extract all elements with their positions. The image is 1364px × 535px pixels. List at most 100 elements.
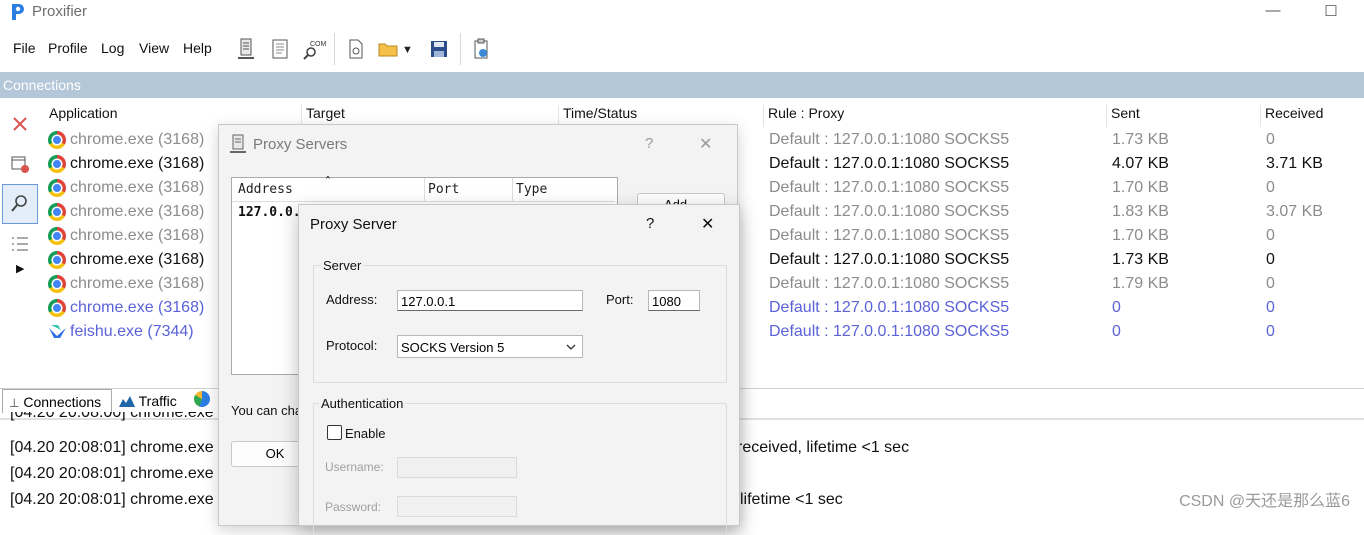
list-icon[interactable] [4,228,36,260]
watermark: CSDN @天还是那么蓝6 [1179,493,1350,510]
cell-application: chrome.exe (3168) [70,251,205,268]
cell-application: chrome.exe (3168) [70,131,205,148]
chrome-icon [48,227,66,245]
svg-text:COM: COM [310,41,326,48]
toolbar-separator [334,33,335,65]
cell-rule-proxy: Default : 127.0.0.1:1080 SOCKS5 [769,203,1010,220]
open-profile-toolbar-icon[interactable] [376,36,400,62]
server-group-label: Server [321,258,364,273]
password-input[interactable] [397,496,517,517]
menu-file[interactable]: File [13,40,36,56]
cell-rule-proxy: Default : 127.0.0.1:1080 SOCKS5 [769,275,1010,292]
cell-received: 0 [1266,227,1275,244]
port-input[interactable]: 1080 [648,290,700,311]
close-all-icon[interactable] [4,148,36,180]
col-sent[interactable]: Sent [1106,105,1260,127]
connections-header: Connections [0,72,1364,98]
chrome-icon [48,251,66,269]
close-connection-icon[interactable] [4,108,36,140]
tab-connections[interactable]: ⊥ Connections [2,389,112,413]
traffic-tab-icon [119,396,135,407]
menu-help[interactable]: Help [183,40,212,56]
log-line: [04.20 20:08:00] chrome.exe [10,412,214,421]
col-type[interactable]: Type [516,182,547,197]
minimize-button[interactable]: — [1258,2,1288,19]
col-address[interactable]: Address [238,182,293,197]
cell-sent: 1.73 KB [1112,131,1169,148]
cell-rule-proxy: Default : 127.0.0.1:1080 SOCKS5 [769,227,1010,244]
cell-application: feishu.exe (7344) [70,323,194,340]
name-resolution-toolbar-icon[interactable]: COM [302,36,326,62]
password-label: Password: [325,500,382,514]
cell-application: chrome.exe (3168) [70,179,205,196]
dialog-title: Proxy Server [310,216,397,233]
address-input[interactable]: 127.0.0.1 [397,290,583,311]
cell-application: chrome.exe (3168) [70,203,205,220]
authentication-group-label: Authentication [319,396,406,411]
log-line-tail: lifetime <1 sec [740,491,843,508]
cell-application: chrome.exe (3168) [70,275,205,292]
enable-label: Enable [345,426,386,441]
connections-tab-icon: ⊥ [9,396,20,410]
chrome-icon [48,179,66,197]
open-profile-dropdown-icon[interactable]: ▼ [402,44,413,56]
username-input[interactable] [397,457,517,478]
address-label: Address: [326,292,378,307]
cell-sent: 0 [1112,299,1121,316]
column-divider [512,178,513,201]
chrome-icon [48,275,66,293]
menu-profile[interactable]: Profile [48,40,88,56]
col-port[interactable]: Port [428,182,459,197]
cell-rule-proxy: Default : 127.0.0.1:1080 SOCKS5 [769,131,1010,148]
close-button[interactable]: ✕ [699,134,712,154]
cell-received: 0 [1266,275,1275,292]
cell-received: 0 [1266,251,1275,268]
close-button[interactable]: ✕ [701,214,714,234]
help-button[interactable]: ? [646,215,654,232]
proxification-rules-toolbar-icon[interactable] [268,36,292,62]
dialog-title: Proxy Servers [253,136,348,153]
cell-sent: 1.70 KB [1112,227,1169,244]
chevron-down-icon [566,344,576,350]
chrome-icon [48,299,66,317]
protocol-select[interactable]: SOCKS Version 5 [397,335,583,358]
cell-application: chrome.exe (3168) [70,299,205,316]
server-icon [230,134,246,153]
port-label: Port: [606,292,634,307]
cell-rule-proxy: Default : 127.0.0.1:1080 SOCKS5 [769,179,1010,196]
menu-view[interactable]: View [139,40,169,56]
cell-sent: 1.73 KB [1112,251,1169,268]
server-group [313,265,727,383]
title-bar [0,0,1364,26]
cell-received: 0 [1266,299,1275,316]
cell-sent: 1.70 KB [1112,179,1169,196]
chrome-icon [48,203,66,221]
enable-checkbox[interactable] [327,425,342,440]
cell-received: 0 [1266,179,1275,196]
cell-received: 3.07 KB [1266,203,1323,220]
col-rule-proxy[interactable]: Rule : Proxy [763,105,1105,127]
find-icon[interactable] [4,187,36,219]
new-profile-toolbar-icon[interactable] [344,36,368,62]
toolbar-separator [460,33,461,65]
menu-log[interactable]: Log [101,40,124,56]
clipboard-toolbar-icon[interactable] [469,36,493,62]
expand-arrow-icon[interactable]: ▶ [16,262,24,275]
maximize-button[interactable]: ☐ [1316,2,1346,20]
dialog-hint: You can cha [231,403,303,418]
log-line: [04.20 20:08:01] chrome.exe [10,465,214,482]
cell-sent: 0 [1112,323,1121,340]
cell-sent: 1.79 KB [1112,275,1169,292]
save-profile-toolbar-icon[interactable] [427,36,451,62]
chrome-icon [48,155,66,173]
log-line: [04.20 20:08:01] chrome.exe [10,439,214,456]
tab-traffic[interactable]: Traffic [113,389,193,413]
proxy-servers-toolbar-icon[interactable] [234,36,258,62]
cell-received: 3.71 KB [1266,155,1323,172]
col-received[interactable]: Received [1260,105,1364,127]
feishu-icon [48,324,67,340]
username-label: Username: [325,460,384,474]
help-button[interactable]: ? [645,135,653,152]
cell-received: 0 [1266,131,1275,148]
statistics-tab-icon[interactable] [194,391,210,407]
